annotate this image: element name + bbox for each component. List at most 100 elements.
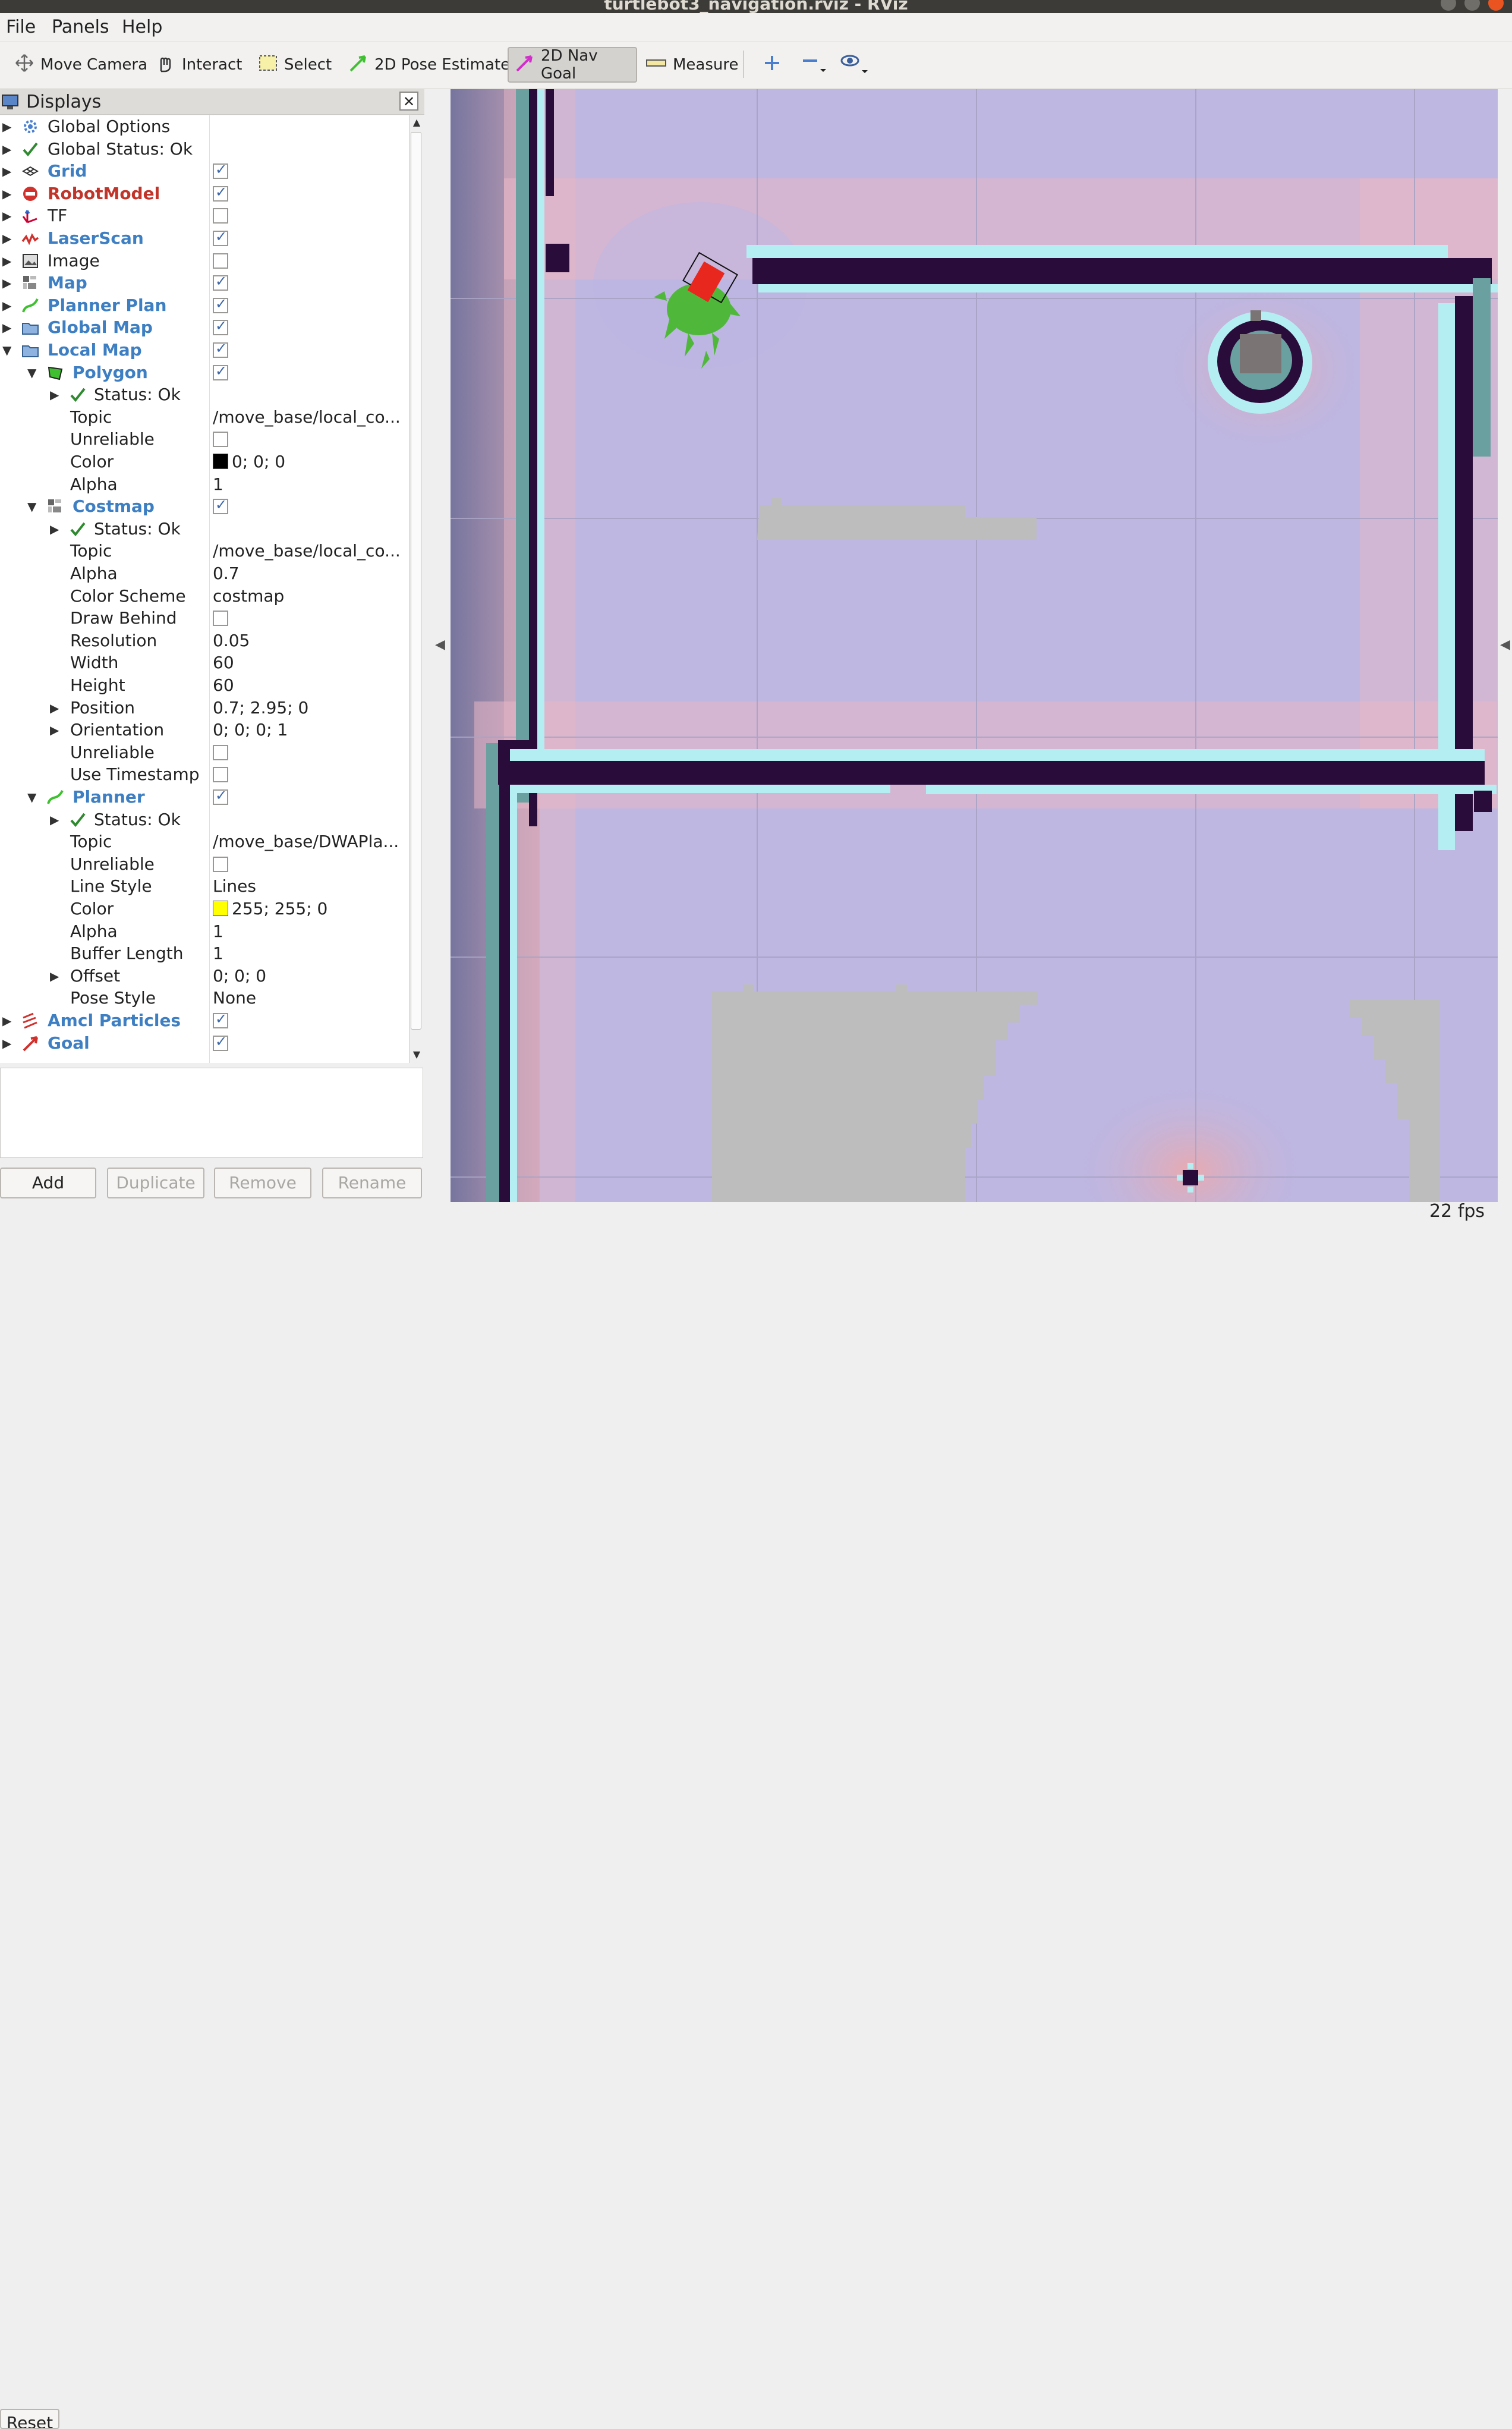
displays-tree[interactable]: ▶ Global Options ▶ Global Status: Ok ▶ Grid ▶ R… xyxy=(0,115,409,1063)
display-row[interactable]: Draw Behind xyxy=(0,607,409,630)
menu-panels[interactable]: Panels xyxy=(52,17,109,37)
display-row[interactable]: ▶ Goal xyxy=(0,1032,409,1055)
property-value[interactable]: 0; 0; 0 xyxy=(213,966,409,986)
enable-checkbox[interactable] xyxy=(213,432,228,448)
display-row[interactable]: ▶ Global Status: Ok xyxy=(0,138,409,161)
enable-checkbox[interactable] xyxy=(213,1011,228,1028)
add-tool-button[interactable] xyxy=(762,47,782,83)
display-row[interactable]: Use Timestamp xyxy=(0,763,409,786)
display-row[interactable]: Height 60 xyxy=(0,674,409,697)
display-row[interactable]: ▶ TF xyxy=(0,204,409,227)
property-value[interactable]: 0.7; 2.95; 0 xyxy=(213,698,409,718)
property-value[interactable]: costmap xyxy=(213,586,409,606)
expand-arrow-icon[interactable]: ▶ xyxy=(2,1032,11,1055)
right-dock-splitter[interactable]: ◀ xyxy=(1498,89,1512,1201)
enable-checkbox[interactable] xyxy=(213,363,228,380)
display-row[interactable]: ▼ Local Map xyxy=(0,339,409,361)
select-tool[interactable]: Select xyxy=(252,47,338,83)
expand-arrow-icon[interactable]: ▶ xyxy=(2,138,11,161)
enable-checkbox[interactable] xyxy=(213,317,228,336)
display-row[interactable]: Alpha 0.7 xyxy=(0,562,409,585)
nav-goal-tool[interactable]: 2D Nav Goal xyxy=(508,47,637,83)
collapse-arrow-icon[interactable]: ▼ xyxy=(27,495,36,518)
enable-checkbox[interactable] xyxy=(213,856,228,872)
views-button[interactable] xyxy=(839,47,869,83)
enable-checkbox[interactable] xyxy=(213,340,228,358)
expand-arrow-icon[interactable]: ▶ xyxy=(2,316,11,339)
enable-checkbox[interactable] xyxy=(213,496,228,515)
color-swatch[interactable] xyxy=(213,454,228,469)
enable-checkbox[interactable] xyxy=(213,184,228,202)
property-value[interactable]: 255; 255; 0 xyxy=(213,899,409,918)
property-value[interactable]: 1 xyxy=(213,943,409,963)
property-value[interactable]: /move_base/local_co... xyxy=(213,407,409,427)
move-camera-tool[interactable]: Move Camera xyxy=(8,47,153,83)
expand-arrow-icon[interactable]: ▶ xyxy=(2,294,11,317)
display-row[interactable]: ▶ Orientation 0; 0; 0; 1 xyxy=(0,719,409,741)
display-row[interactable]: Color 0; 0; 0 xyxy=(0,451,409,473)
display-row[interactable]: Resolution 0.05 xyxy=(0,630,409,652)
property-value[interactable]: None xyxy=(213,988,409,1008)
add-button[interactable]: Add xyxy=(0,1168,96,1198)
enable-checkbox[interactable] xyxy=(213,744,228,760)
left-dock-splitter[interactable]: ◀ xyxy=(424,89,451,1201)
property-value[interactable]: 0.7 xyxy=(213,564,409,583)
enable-checkbox[interactable] xyxy=(213,1033,228,1051)
enable-checkbox[interactable] xyxy=(213,295,228,313)
display-row[interactable]: ▶ Grid xyxy=(0,160,409,183)
enable-checkbox[interactable] xyxy=(213,253,228,269)
enable-checkbox[interactable] xyxy=(213,208,228,224)
enable-checkbox[interactable] xyxy=(213,161,228,180)
property-value[interactable]: Lines xyxy=(213,876,409,896)
property-value[interactable]: 60 xyxy=(213,675,409,695)
expand-arrow-icon[interactable]: ▶ xyxy=(2,272,11,294)
remove-button[interactable]: Remove xyxy=(214,1168,311,1198)
scroll-down-arrow-icon[interactable]: ▼ xyxy=(411,1049,423,1062)
tree-scrollbar[interactable]: ▲ ▼ xyxy=(409,115,424,1063)
enable-checkbox[interactable] xyxy=(213,273,228,291)
reset-button[interactable]: Reset xyxy=(0,2409,59,2429)
costmap-render[interactable] xyxy=(451,89,1498,1202)
display-row[interactable]: Topic/move_base/local_co... xyxy=(0,406,409,429)
display-row[interactable]: ▶ Global Options xyxy=(0,115,409,138)
expand-arrow-icon[interactable]: ▶ xyxy=(2,115,11,138)
property-value[interactable]: /move_base/local_co... xyxy=(213,541,409,561)
property-value[interactable]: /move_base/DWAPla... xyxy=(213,832,409,851)
collapse-arrow-icon[interactable]: ▼ xyxy=(27,786,36,808)
display-row[interactable]: Width 60 xyxy=(0,652,409,674)
enable-checkbox[interactable] xyxy=(213,767,228,783)
display-row[interactable]: ▶ Map xyxy=(0,272,409,294)
measure-tool[interactable]: Measure xyxy=(640,47,745,83)
collapse-arrow-icon[interactable]: ▼ xyxy=(27,361,36,384)
expand-arrow-icon[interactable]: ▶ xyxy=(50,697,59,719)
display-row[interactable]: Unreliable xyxy=(0,428,409,451)
display-row[interactable]: Line Style Lines xyxy=(0,875,409,898)
menu-file[interactable]: File xyxy=(6,17,36,37)
scroll-up-arrow-icon[interactable]: ▲ xyxy=(411,117,423,130)
expand-arrow-icon[interactable]: ▶ xyxy=(2,204,11,227)
display-row[interactable]: ▶ LaserScan xyxy=(0,227,409,250)
display-row[interactable]: Pose Style None xyxy=(0,987,409,1009)
display-row[interactable]: Alpha 1 xyxy=(0,920,409,943)
enable-checkbox[interactable] xyxy=(213,228,228,246)
display-row[interactable]: Unreliable xyxy=(0,853,409,876)
map-viewport[interactable] xyxy=(451,89,1498,1202)
display-row[interactable]: ▶ Amcl Particles xyxy=(0,1009,409,1032)
property-value[interactable]: 0; 0; 0; 1 xyxy=(213,720,409,740)
display-row[interactable]: ▶ Status: Ok xyxy=(0,383,409,406)
interact-tool[interactable]: Interact xyxy=(150,47,248,83)
display-row[interactable]: ▶ RobotModel xyxy=(0,183,409,205)
display-row[interactable]: ▶ Global Map xyxy=(0,316,409,339)
display-row[interactable]: ▼ Costmap xyxy=(0,495,409,518)
display-row[interactable]: Unreliable xyxy=(0,741,409,764)
display-row[interactable]: Topic/move_base/local_co... xyxy=(0,540,409,562)
property-value[interactable]: 1 xyxy=(213,921,409,941)
display-row[interactable]: Topic/move_base/DWAPla... xyxy=(0,830,409,853)
scrollbar-thumb[interactable] xyxy=(411,132,421,1030)
pose-estimate-tool[interactable]: 2D Pose Estimate xyxy=(342,47,516,83)
display-row[interactable]: ▶ Offset 0; 0; 0 xyxy=(0,965,409,987)
display-row[interactable]: ▼ Polygon xyxy=(0,361,409,384)
remove-tool-button[interactable] xyxy=(800,47,827,83)
rename-button[interactable]: Rename xyxy=(322,1168,422,1198)
display-row[interactable]: ▶ Position 0.7; 2.95; 0 xyxy=(0,697,409,719)
